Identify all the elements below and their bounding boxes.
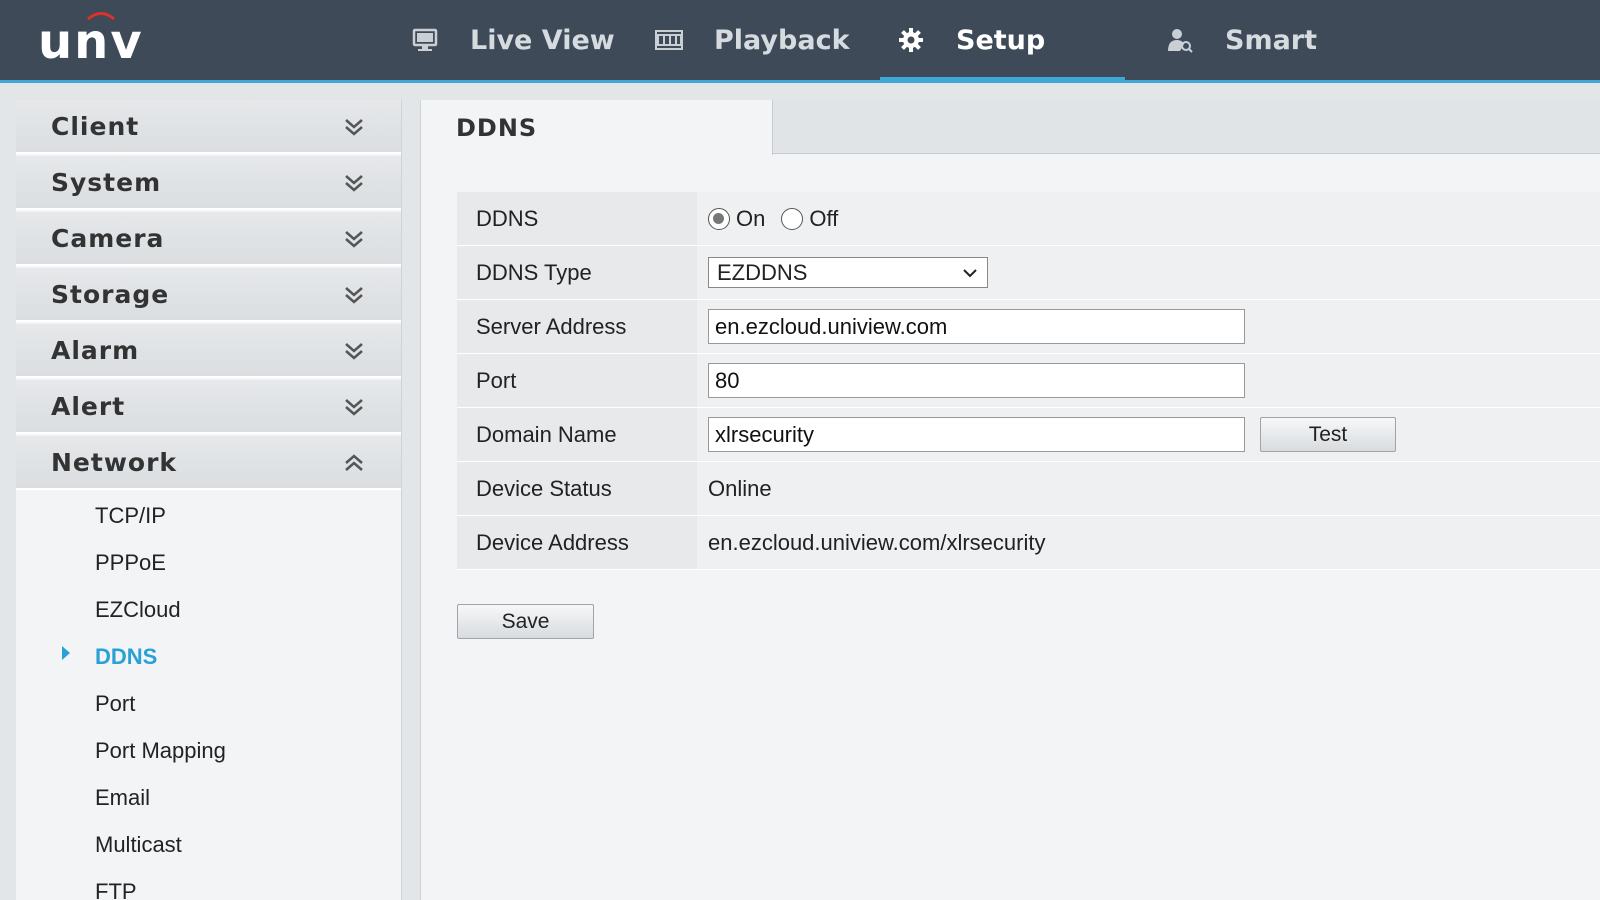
nav-live-view[interactable]: Live View xyxy=(410,0,615,80)
row-ddns: DDNS On Off xyxy=(457,192,1600,246)
row-device-status: Device Status Online xyxy=(457,462,1600,516)
sidebar-section-label: Alarm xyxy=(51,335,140,365)
nav-playback[interactable]: Playback xyxy=(654,0,850,80)
sidebar-section-alarm[interactable]: Alarm xyxy=(16,324,401,378)
sidebar-section-label: Storage xyxy=(51,279,170,309)
sidebar-section-client[interactable]: Client xyxy=(16,100,401,154)
ddns-type-select[interactable]: EZDDNS xyxy=(708,257,988,288)
device-status-value: Online xyxy=(697,462,1600,515)
chevron-down-icon xyxy=(345,343,363,360)
sidebar-item-port[interactable]: Port xyxy=(16,680,401,727)
row-port: Port 80 xyxy=(457,354,1600,408)
nav-label-setup: Setup xyxy=(956,24,1046,56)
row-device-address: Device Address en.ezcloud.uniview.com/xl… xyxy=(457,516,1600,570)
main-panel: DDNS DDNS On Off DDNS Type EZDDNS Server… xyxy=(420,100,1600,900)
ddns-type-value: EZDDNS xyxy=(717,259,808,285)
device-address-value: en.ezcloud.uniview.com/xlrsecurity xyxy=(697,516,1600,569)
nav-smart[interactable]: Smart xyxy=(1165,0,1317,80)
row-domain-name: Domain Name xlrsecurity Test xyxy=(457,408,1600,462)
ddns-off-radio[interactable]: Off xyxy=(781,206,838,232)
ddns-form: DDNS On Off DDNS Type EZDDNS Server Addr… xyxy=(457,192,1600,570)
sidebar-item-ftp[interactable]: FTP xyxy=(16,868,401,900)
film-icon xyxy=(654,25,684,55)
domain-name-input[interactable]: xlrsecurity xyxy=(708,417,1245,452)
chevron-down-icon xyxy=(345,231,363,248)
sidebar-section-storage[interactable]: Storage xyxy=(16,268,401,322)
port-label: Port xyxy=(457,354,697,407)
row-server-address: Server Address en.ezcloud.uniview.com xyxy=(457,300,1600,354)
sidebar-item-label: DDNS xyxy=(95,643,158,669)
chevron-down-icon xyxy=(963,269,977,278)
sidebar-section-label: Alert xyxy=(51,391,126,421)
ddns-on-radio[interactable]: On xyxy=(708,206,765,232)
sidebar: Client System Camera Storage Alarm Alert… xyxy=(16,100,402,900)
nav-label-live-view: Live View xyxy=(470,24,615,56)
nav-label-playback: Playback xyxy=(714,24,850,56)
ddns-label: DDNS xyxy=(457,192,697,245)
active-marker-icon xyxy=(62,646,70,660)
radio-label-on: On xyxy=(736,205,766,231)
test-button[interactable]: Test xyxy=(1260,417,1396,452)
chevron-down-icon xyxy=(345,119,363,136)
nav-setup[interactable]: Setup xyxy=(896,0,1045,80)
sidebar-section-alert[interactable]: Alert xyxy=(16,380,401,434)
sidebar-item-tcp-ip[interactable]: TCP/IP xyxy=(16,492,401,539)
gear-icon xyxy=(896,25,926,55)
chevron-down-icon xyxy=(345,175,363,192)
sidebar-item-ezcloud[interactable]: EZCloud xyxy=(16,586,401,633)
ddns-type-label: DDNS Type xyxy=(457,246,697,299)
radio-unchecked-icon xyxy=(781,207,804,230)
server-address-input[interactable]: en.ezcloud.uniview.com xyxy=(708,309,1245,344)
smart-person-icon xyxy=(1165,25,1195,55)
sidebar-section-camera[interactable]: Camera xyxy=(16,212,401,266)
sidebar-item-ddns[interactable]: DDNS xyxy=(16,633,401,680)
top-navigation-bar: unv Live View Playback Setup Smart xyxy=(0,0,1600,81)
device-address-label: Device Address xyxy=(457,516,697,569)
sidebar-section-label: Network xyxy=(51,447,178,477)
header-accent-line xyxy=(0,80,1600,83)
radio-label-off: Off xyxy=(809,205,839,231)
sidebar-section-label: System xyxy=(51,167,162,197)
tab-strip: DDNS xyxy=(421,100,1600,155)
sidebar-section-label: Camera xyxy=(51,223,165,253)
sidebar-item-multicast[interactable]: Multicast xyxy=(16,821,401,868)
monitor-icon xyxy=(410,25,440,55)
radio-checked-icon xyxy=(708,207,730,230)
domain-name-label: Domain Name xyxy=(457,408,697,461)
chevron-down-icon xyxy=(345,287,363,304)
sidebar-section-system[interactable]: System xyxy=(16,156,401,210)
sidebar-section-label: Client xyxy=(51,111,140,141)
sidebar-item-pppoe[interactable]: PPPoE xyxy=(16,539,401,586)
tab-ddns[interactable]: DDNS xyxy=(421,100,773,155)
sidebar-item-port-mapping[interactable]: Port Mapping xyxy=(16,727,401,774)
chevron-up-icon xyxy=(345,454,363,471)
unv-logo: unv xyxy=(38,12,144,70)
network-submenu: TCP/IP PPPoE EZCloud DDNS Port Port Mapp… xyxy=(16,492,401,900)
sidebar-section-network[interactable]: Network xyxy=(16,436,401,490)
row-ddns-type: DDNS Type EZDDNS xyxy=(457,246,1600,300)
save-button[interactable]: Save xyxy=(457,604,594,639)
sidebar-item-email[interactable]: Email xyxy=(16,774,401,821)
chevron-down-icon xyxy=(345,399,363,416)
nav-label-smart: Smart xyxy=(1225,24,1318,56)
server-address-label: Server Address xyxy=(457,300,697,353)
device-status-label: Device Status xyxy=(457,462,697,515)
port-input[interactable]: 80 xyxy=(708,363,1245,398)
